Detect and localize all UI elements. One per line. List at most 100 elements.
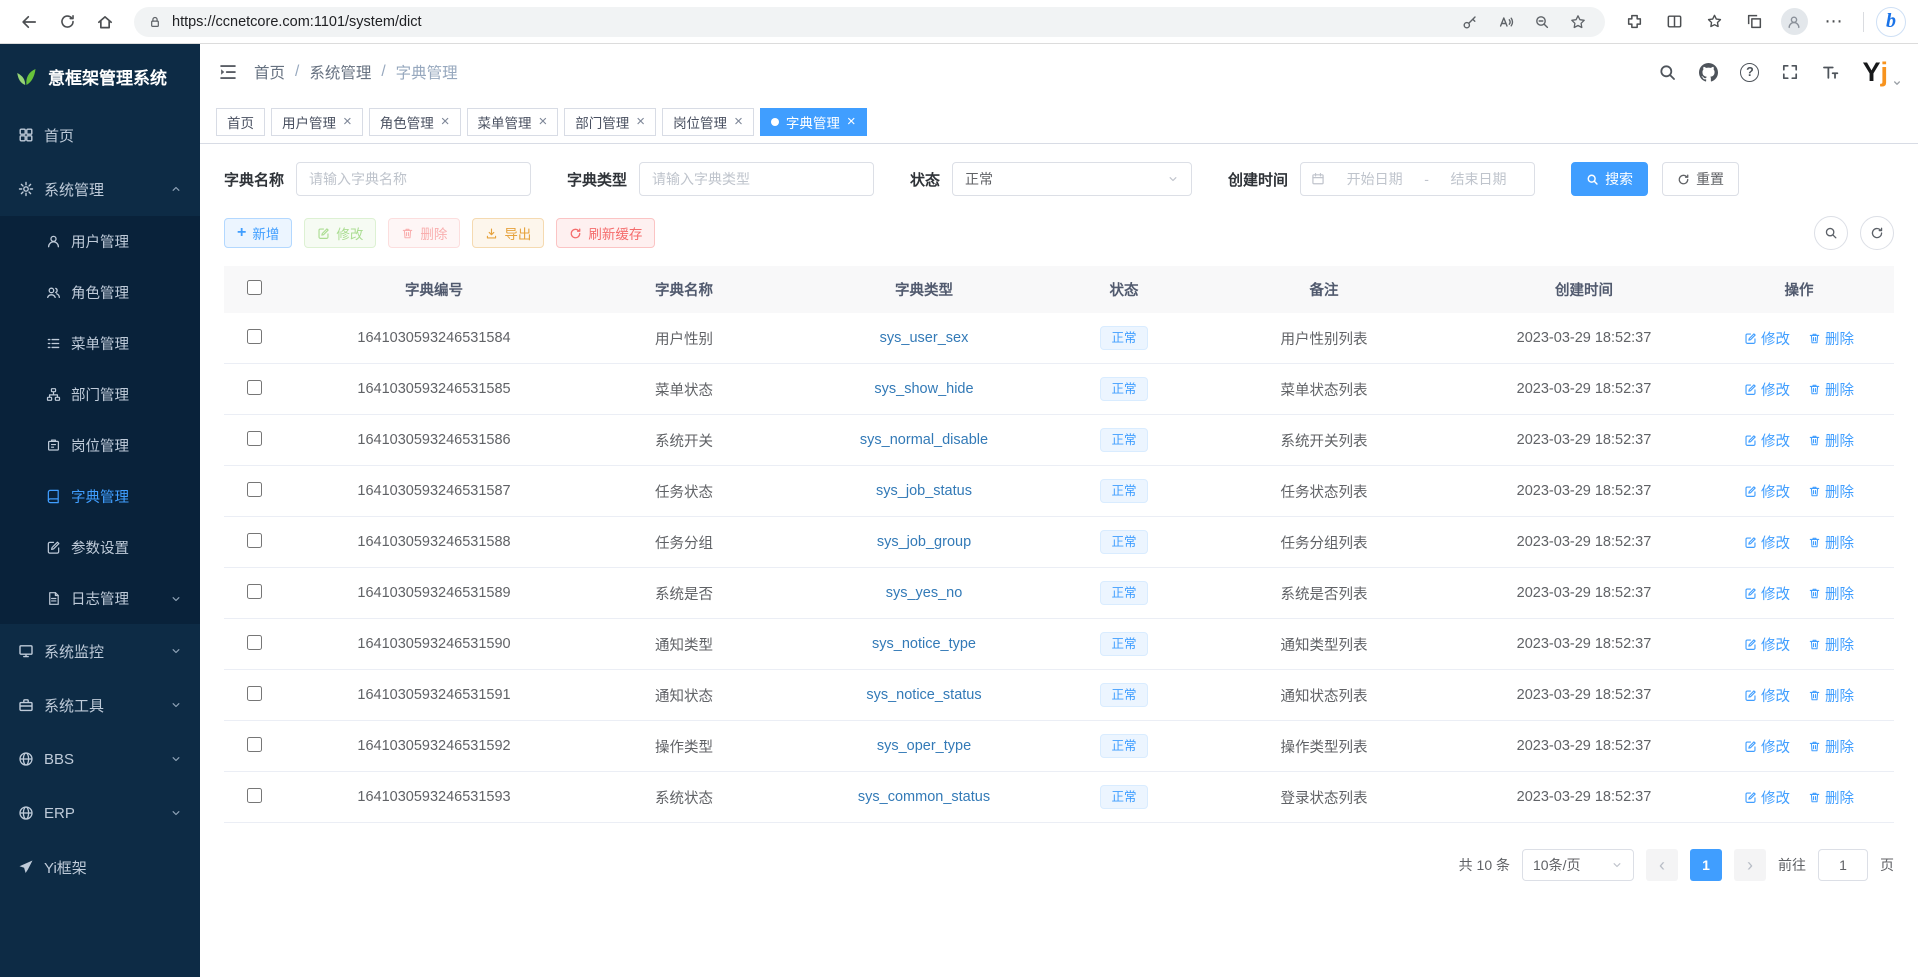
breadcrumb-system[interactable]: 系统管理 (309, 61, 371, 83)
tab-post-management[interactable]: 岗位管理× (662, 108, 754, 136)
tab-role-management[interactable]: 角色管理× (369, 108, 461, 136)
sidebar-item-erp[interactable]: ERP (0, 786, 200, 840)
row-checkbox[interactable] (247, 380, 262, 395)
github-button[interactable] (1699, 63, 1718, 82)
dict-type-input[interactable] (639, 162, 874, 196)
tab-dict-management[interactable]: 字典管理× (760, 108, 867, 136)
zoom-out-icon[interactable] (1529, 9, 1555, 35)
edit-row-button[interactable]: 修改 (1744, 481, 1790, 502)
row-checkbox[interactable] (247, 482, 262, 497)
help-button[interactable]: ? (1740, 63, 1759, 82)
address-bar[interactable]: https://ccnetcore.com:1101/system/dict (134, 7, 1605, 37)
edit-row-button[interactable]: 修改 (1744, 685, 1790, 706)
edit-row-button[interactable]: 修改 (1744, 379, 1790, 400)
close-icon[interactable]: × (343, 114, 352, 129)
extensions-puzzle-icon[interactable] (1617, 5, 1651, 39)
browser-back-button[interactable] (12, 5, 46, 39)
sidebar-item-home[interactable]: 首页 (0, 108, 200, 162)
dict-type-link[interactable]: sys_user_sex (880, 330, 969, 346)
dict-name-input[interactable] (296, 162, 531, 196)
delete-row-button[interactable]: 删除 (1808, 532, 1854, 553)
fullscreen-button[interactable] (1781, 63, 1799, 81)
font-size-button[interactable] (1821, 63, 1840, 82)
dict-type-link[interactable]: sys_notice_status (866, 687, 981, 703)
tab-dept-management[interactable]: 部门管理× (564, 108, 656, 136)
bing-sidebar-button[interactable]: b (1876, 7, 1906, 37)
dict-type-link[interactable]: sys_job_status (876, 483, 972, 499)
delete-row-button[interactable]: 删除 (1808, 328, 1854, 349)
delete-row-button[interactable]: 删除 (1808, 481, 1854, 502)
sidebar-item-menu-management[interactable]: 菜单管理 (0, 318, 200, 369)
delete-row-button[interactable]: 删除 (1808, 379, 1854, 400)
browser-menu-button[interactable]: ⋯ (1817, 5, 1851, 39)
row-checkbox[interactable] (247, 737, 262, 752)
dict-type-link[interactable]: sys_yes_no (886, 585, 963, 601)
tab-menu-management[interactable]: 菜单管理× (467, 108, 559, 136)
sidebar-toggle-button[interactable] (218, 62, 238, 82)
read-aloud-icon[interactable] (1493, 9, 1519, 35)
split-screen-icon[interactable] (1657, 5, 1691, 39)
goto-page-input[interactable] (1818, 849, 1868, 881)
delete-row-button[interactable]: 删除 (1808, 430, 1854, 451)
favorites-bar-icon[interactable] (1697, 5, 1731, 39)
sidebar-item-system-monitor[interactable]: 系统监控 (0, 624, 200, 678)
refresh-table-button[interactable] (1860, 216, 1894, 250)
edit-row-button[interactable]: 修改 (1744, 430, 1790, 451)
prev-page-button[interactable]: ‹ (1646, 849, 1678, 881)
current-page-button[interactable]: 1 (1690, 849, 1722, 881)
delete-row-button[interactable]: 删除 (1808, 685, 1854, 706)
dict-type-link[interactable]: sys_show_hide (874, 381, 973, 397)
refresh-cache-button[interactable]: 刷新缓存 (556, 218, 655, 248)
browser-home-button[interactable] (88, 5, 122, 39)
sidebar-item-log-management[interactable]: 日志管理 (0, 573, 200, 624)
sidebar-item-param-settings[interactable]: 参数设置 (0, 522, 200, 573)
delete-row-button[interactable]: 删除 (1808, 736, 1854, 757)
tab-home[interactable]: 首页 (216, 108, 265, 136)
dict-type-link[interactable]: sys_job_group (877, 534, 971, 550)
hide-search-button[interactable] (1814, 216, 1848, 250)
delete-row-button[interactable]: 删除 (1808, 634, 1854, 655)
breadcrumb-home[interactable]: 首页 (254, 61, 285, 83)
sidebar-item-user-management[interactable]: 用户管理 (0, 216, 200, 267)
collections-icon[interactable] (1737, 5, 1771, 39)
delete-row-button[interactable]: 删除 (1808, 583, 1854, 604)
export-button[interactable]: 导出 (472, 218, 544, 248)
sidebar-item-dict-management[interactable]: 字典管理 (0, 471, 200, 522)
row-checkbox[interactable] (247, 635, 262, 650)
close-icon[interactable]: × (636, 114, 645, 129)
dict-type-link[interactable]: sys_oper_type (877, 738, 971, 754)
edit-row-button[interactable]: 修改 (1744, 328, 1790, 349)
delete-row-button[interactable]: 删除 (1808, 787, 1854, 808)
sidebar-item-bbs[interactable]: BBS (0, 732, 200, 786)
dict-type-link[interactable]: sys_normal_disable (860, 432, 988, 448)
sidebar-item-yi-framework[interactable]: Yi框架 (0, 840, 200, 894)
page-size-select[interactable]: 10条/页 (1522, 849, 1634, 881)
date-range-picker[interactable]: 开始日期 - 结束日期 (1300, 162, 1535, 196)
tab-user-management[interactable]: 用户管理× (271, 108, 363, 136)
password-key-icon[interactable] (1457, 9, 1483, 35)
favorites-star-icon[interactable] (1565, 9, 1591, 35)
edit-row-button[interactable]: 修改 (1744, 736, 1790, 757)
sidebar-item-dept-management[interactable]: 部门管理 (0, 369, 200, 420)
sidebar-item-system-management[interactable]: 系统管理 (0, 162, 200, 216)
sidebar-item-post-management[interactable]: 岗位管理 (0, 420, 200, 471)
status-select[interactable]: 正常 (952, 162, 1192, 196)
next-page-button[interactable]: › (1734, 849, 1766, 881)
select-all-checkbox[interactable] (247, 280, 262, 295)
close-icon[interactable]: × (734, 114, 743, 129)
browser-profile-avatar[interactable] (1777, 5, 1811, 39)
row-checkbox[interactable] (247, 329, 262, 344)
edit-button[interactable]: 修改 (304, 218, 376, 248)
edit-row-button[interactable]: 修改 (1744, 583, 1790, 604)
reset-button[interactable]: 重置 (1662, 162, 1739, 196)
dict-type-link[interactable]: sys_notice_type (872, 636, 976, 652)
close-icon[interactable]: × (847, 114, 856, 129)
sidebar-item-system-tools[interactable]: 系统工具 (0, 678, 200, 732)
edit-row-button[interactable]: 修改 (1744, 532, 1790, 553)
app-logo[interactable]: 意框架管理系统 (0, 44, 200, 108)
dict-type-link[interactable]: sys_common_status (858, 789, 990, 805)
row-checkbox[interactable] (247, 788, 262, 803)
add-button[interactable]: + 新增 (224, 218, 292, 248)
user-avatar-logo[interactable]: Yj (1862, 59, 1900, 86)
header-search-button[interactable] (1658, 63, 1677, 82)
